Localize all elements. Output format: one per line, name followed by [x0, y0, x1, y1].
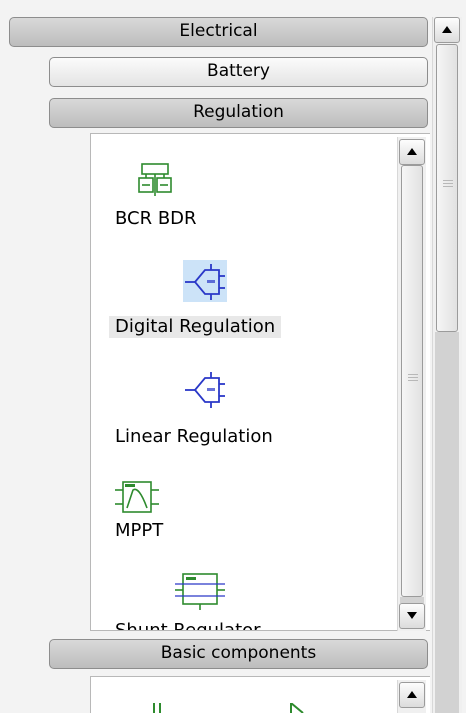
linear-regulation-icon	[185, 372, 225, 408]
outer-scrollbar[interactable]	[432, 17, 462, 713]
list-item-label: Linear Regulation	[115, 426, 273, 447]
basic-components-list	[90, 676, 430, 713]
category-battery-label: Battery	[207, 61, 270, 81]
list-item-mppt[interactable]: MPPT	[91, 474, 391, 554]
list-item-label: BCR BDR	[115, 208, 197, 229]
category-basic-components-label: Basic components	[160, 643, 317, 663]
bcr-bdr-icon	[138, 163, 172, 196]
capacitor-icon	[153, 703, 161, 713]
list-item-label: Shunt Regulator	[115, 620, 261, 631]
category-electrical-label: Electrical	[179, 21, 258, 41]
category-regulation-header[interactable]: Regulation	[49, 98, 428, 128]
category-regulation-label: Regulation	[193, 102, 284, 122]
list-item-label: Digital Regulation	[109, 316, 282, 338]
category-electrical-header[interactable]: Electrical	[9, 17, 428, 47]
shunt-regulator-icon	[175, 573, 225, 610]
mppt-icon	[115, 481, 159, 513]
scroll-up-button[interactable]	[434, 17, 460, 43]
arrow-up-icon	[442, 26, 452, 33]
scroll-track[interactable]	[435, 332, 459, 713]
scroll-up-button[interactable]	[399, 139, 425, 165]
list-item-bcr-bdr[interactable]: BCR BDR	[91, 154, 391, 234]
scroll-thumb[interactable]	[436, 44, 458, 332]
arrow-down-icon	[407, 612, 417, 619]
arrow-up-icon	[407, 691, 417, 698]
arrow-up-icon	[407, 148, 417, 155]
regulation-scrollbar[interactable]	[397, 137, 426, 631]
regulation-items-list: BCR BDR Digital Regulation Linear Regula…	[90, 133, 430, 631]
diode-icon	[290, 703, 304, 713]
scroll-down-button[interactable]	[399, 603, 425, 629]
list-item-label: MPPT	[115, 520, 164, 541]
digital-regulation-icon	[185, 264, 225, 300]
basic-components-scrollbar[interactable]	[397, 680, 426, 713]
list-item-shunt-regulator[interactable]: Shunt Regulator	[91, 566, 391, 631]
list-item-linear-regulation[interactable]: Linear Regulation	[91, 366, 391, 456]
scroll-up-button[interactable]	[399, 682, 425, 708]
scroll-thumb[interactable]	[401, 165, 423, 597]
component-palette: Electrical Battery Regulation BCR BDR Di…	[0, 0, 466, 713]
list-item-digital-regulation[interactable]: Digital Regulation	[91, 258, 391, 348]
category-basic-components-header[interactable]: Basic components	[49, 639, 428, 669]
category-battery-header[interactable]: Battery	[49, 57, 428, 87]
